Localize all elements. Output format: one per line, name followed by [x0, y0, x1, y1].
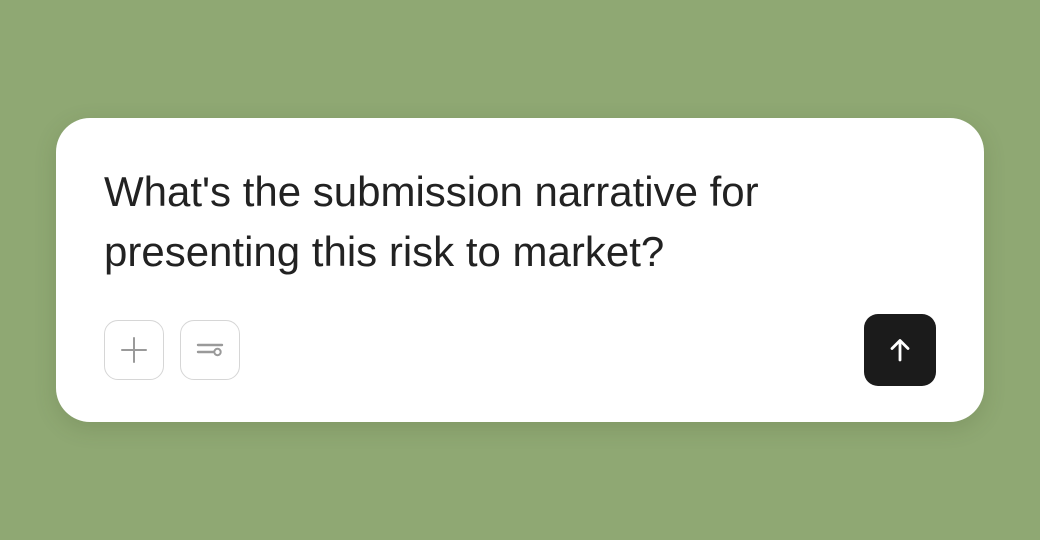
tools-settings-button[interactable]	[180, 320, 240, 380]
send-button[interactable]	[864, 314, 936, 386]
plus-icon	[120, 336, 148, 364]
prompt-input[interactable]: What's the submission narrative for pres…	[104, 162, 864, 282]
prompt-composer: What's the submission narrative for pres…	[56, 118, 984, 422]
sliders-icon	[196, 340, 224, 360]
add-attachment-button[interactable]	[104, 320, 164, 380]
arrow-up-icon	[888, 337, 912, 363]
